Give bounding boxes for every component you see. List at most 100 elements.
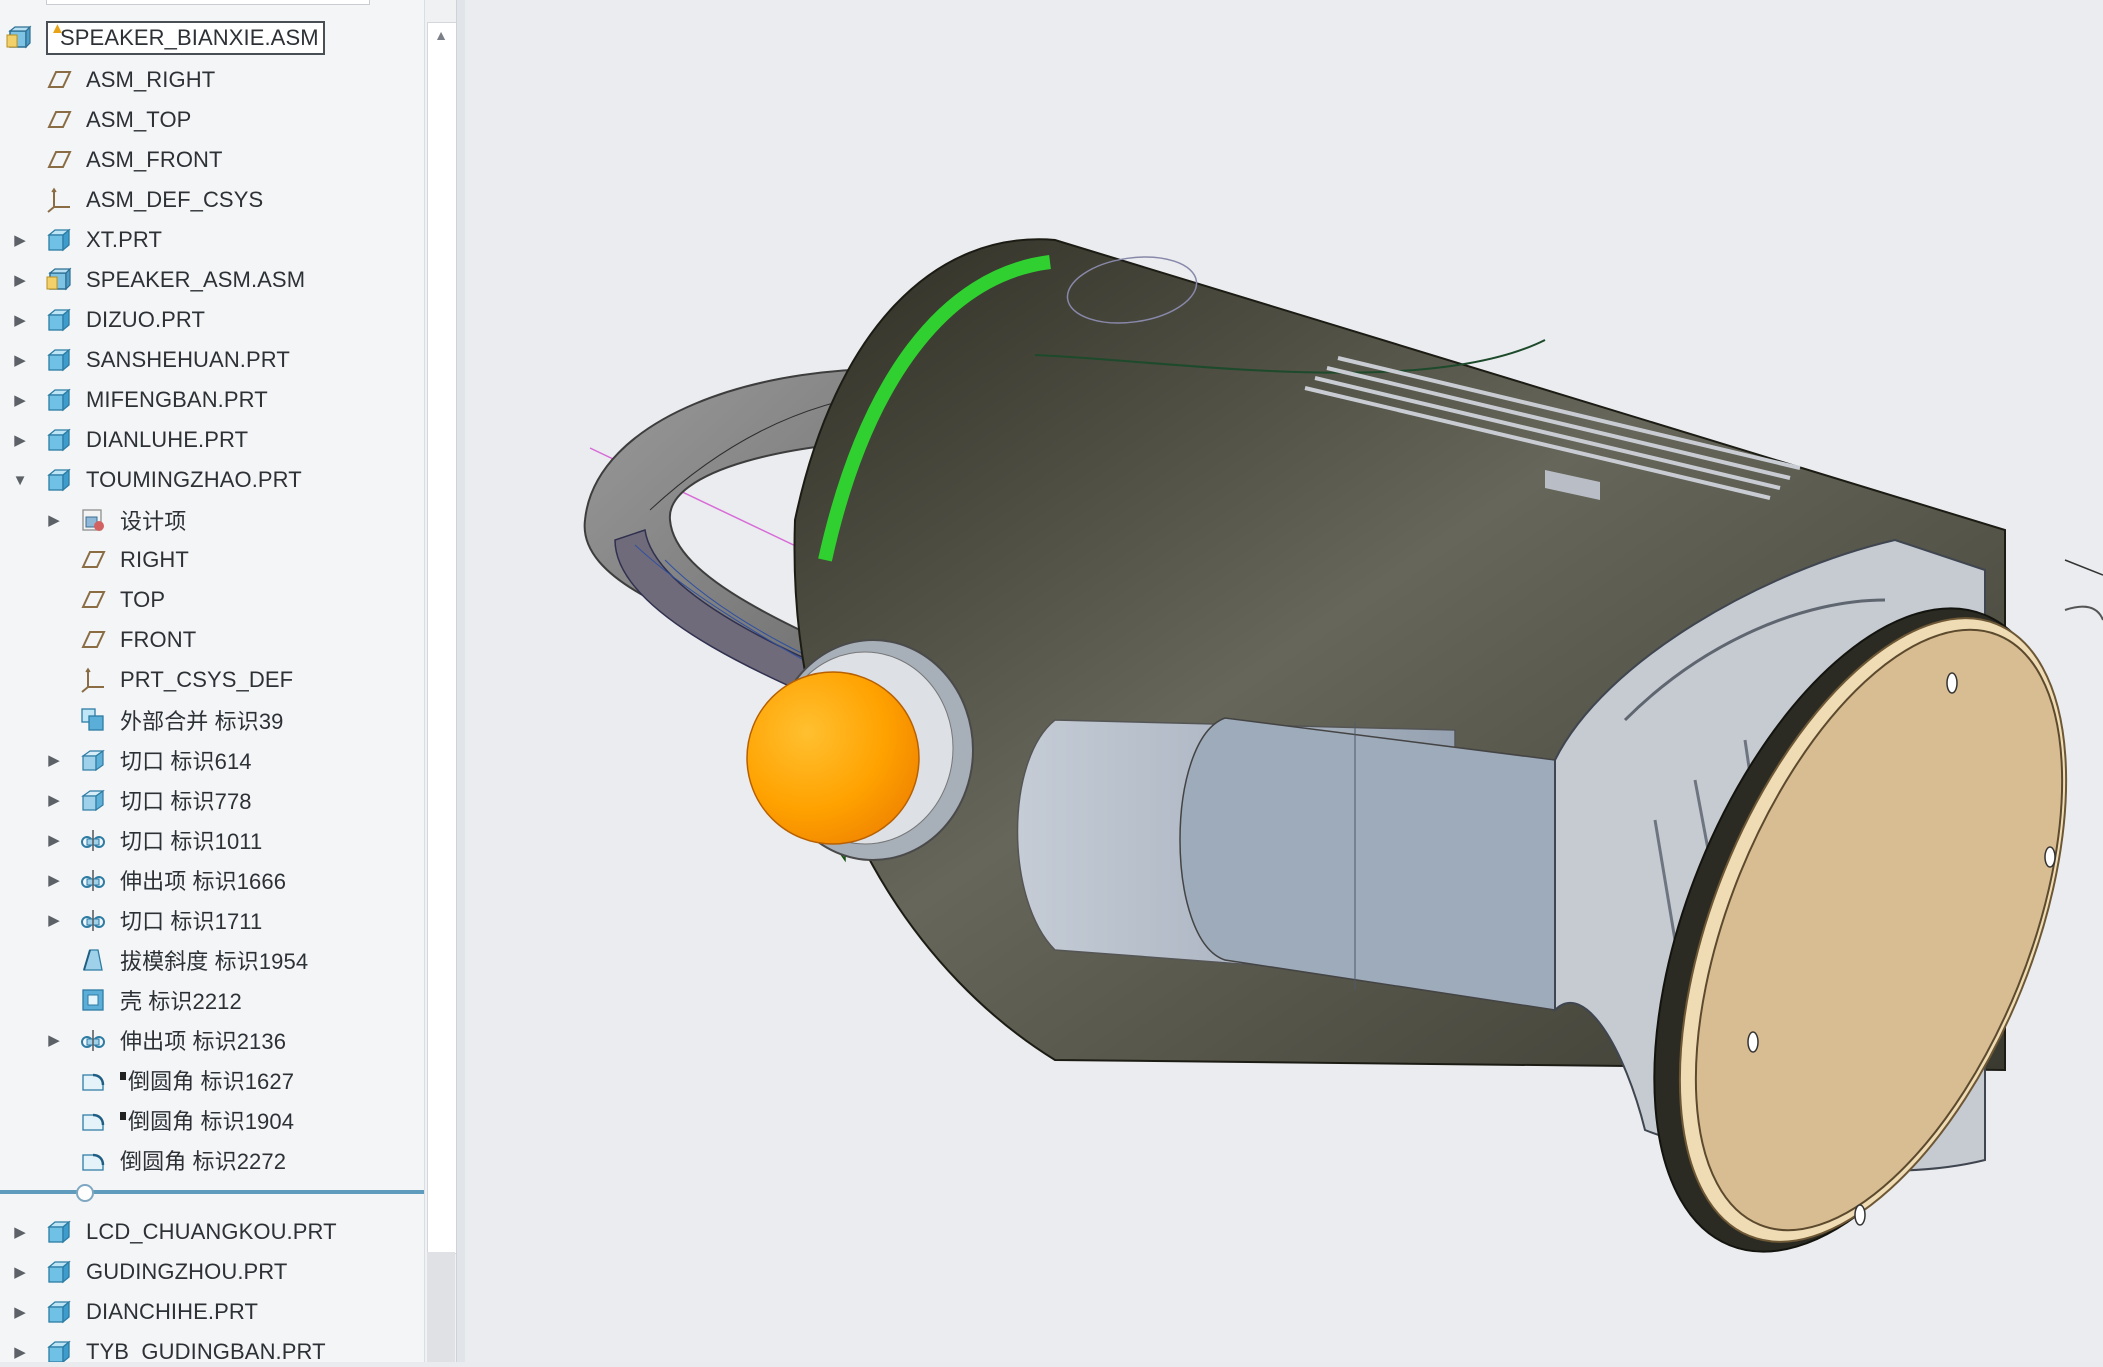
revolve-icon: [78, 825, 108, 855]
csys-icon: [44, 185, 74, 215]
tree-item[interactable]: 壳 标识2212: [44, 980, 242, 1020]
tree-item[interactable]: ASM_DEF_CSYS: [10, 180, 263, 220]
tree-item[interactable]: ▶ 切口 标识1011: [44, 820, 262, 860]
expand-arrow-icon[interactable]: ▶: [44, 500, 64, 540]
tree-item[interactable]: 倒圆角 标识1627: [44, 1060, 294, 1100]
expand-arrow-icon[interactable]: ▶: [44, 740, 64, 780]
datum-plane-icon: [44, 105, 74, 135]
tree-item-label: LCD_CHUANGKOU.PRT: [86, 1219, 337, 1244]
tree-item[interactable]: 倒圆角 标识1904: [44, 1100, 294, 1140]
tree-item-label: 切口 标识614: [120, 749, 252, 774]
tree-item-label: 倒圆角 标识1904: [128, 1109, 295, 1134]
insert-here-handle[interactable]: [76, 1184, 94, 1202]
collapse-arrow-icon[interactable]: ▼: [10, 460, 30, 500]
expand-arrow-icon[interactable]: ▶: [10, 1292, 30, 1332]
tree-item[interactable]: PRT_CSYS_DEF: [44, 660, 293, 700]
tree-item[interactable]: ▼ TOUMINGZHAO.PRT: [10, 460, 302, 500]
tree-scrollbar[interactable]: ▲: [424, 0, 457, 1362]
tree-item[interactable]: ▶ 切口 标识778: [44, 780, 252, 820]
power-button[interactable]: [746, 671, 920, 845]
tree-item[interactable]: ASM_RIGHT: [10, 60, 215, 100]
model-tree-panel: ▲ SPEAKER_BIANXIE.ASM ASM_RIGHT ASM_TOP ASM_…: [0, 0, 428, 1362]
tree-item[interactable]: FRONT: [44, 620, 196, 660]
tree-item[interactable]: ▶ 设计项: [44, 500, 186, 540]
tree-item-label: DIANLUHE.PRT: [86, 427, 249, 452]
tree-item-label: 设计项: [120, 509, 187, 534]
expand-arrow-icon[interactable]: ▶: [44, 780, 64, 820]
part-icon: [44, 425, 74, 455]
tree-item[interactable]: 倒圆角 标识2272: [44, 1140, 286, 1180]
merge-icon: [78, 705, 108, 735]
expand-arrow-icon[interactable]: ▶: [10, 220, 30, 260]
tree-item[interactable]: ▶ MIFENGBAN.PRT: [10, 380, 268, 420]
assembly-icon: [4, 23, 34, 53]
tree-item-label: GUDINGZHOU.PRT: [86, 1259, 288, 1284]
tree-item-label: TOP: [120, 587, 166, 612]
expand-arrow-icon[interactable]: ▶: [10, 260, 30, 300]
datum-plane-icon: [78, 545, 108, 575]
round-icon: [78, 1065, 108, 1095]
tree-item[interactable]: RIGHT: [44, 540, 189, 580]
mechanism-edge: [2064, 559, 2103, 576]
expand-arrow-icon[interactable]: ▶: [44, 1020, 64, 1060]
tree-item[interactable]: ▶ 切口 标识614: [44, 740, 252, 780]
scrollbar-lower-area[interactable]: [427, 1252, 455, 1362]
scroll-up-arrow-icon[interactable]: ▲: [429, 22, 453, 48]
tree-item[interactable]: ▶ XT.PRT: [10, 220, 162, 260]
tree-item[interactable]: ▶ SPEAKER_ASM.ASM: [10, 260, 305, 300]
revolve-icon: [78, 905, 108, 935]
expand-arrow-icon[interactable]: ▶: [10, 420, 30, 460]
warning-icon: ▲: [50, 20, 65, 37]
tree-item[interactable]: ▶ 伸出项 标识1666: [44, 860, 286, 900]
assembly-icon: [44, 265, 74, 295]
model-3d-view[interactable]: [465, 0, 2103, 1362]
expand-arrow-icon[interactable]: ▶: [10, 1332, 30, 1362]
tree-item[interactable]: TOP: [44, 580, 165, 620]
tree-item[interactable]: ASM_FRONT: [10, 140, 223, 180]
tree-item[interactable]: ASM_TOP: [10, 100, 191, 140]
part-icon: [44, 1297, 74, 1327]
expand-arrow-icon[interactable]: ▶: [10, 1252, 30, 1292]
tree-item[interactable]: ▶ TYB_GUDINGBAN.PRT: [10, 1332, 326, 1362]
tree-item[interactable]: 拔模斜度 标识1954: [44, 940, 308, 980]
scrollbar-track[interactable]: [427, 22, 457, 1254]
expand-arrow-icon[interactable]: ▶: [44, 820, 64, 860]
expand-arrow-icon[interactable]: ▶: [10, 380, 30, 420]
datum-plane-icon: [44, 65, 74, 95]
part-icon: [44, 305, 74, 335]
tree-item[interactable]: ▶ DIZUO.PRT: [10, 300, 205, 340]
datum-plane-icon: [44, 145, 74, 175]
part-icon: [44, 225, 74, 255]
tree-filter-box[interactable]: [46, 0, 370, 5]
round-icon: [78, 1145, 108, 1175]
cut-icon: [78, 785, 108, 815]
tree-item-label: 外部合并 标识39: [120, 709, 284, 734]
tree-root-item[interactable]: ▲ SPEAKER_BIANXIE.ASM: [4, 18, 325, 58]
tree-item[interactable]: ▶ LCD_CHUANGKOU.PRT: [10, 1212, 337, 1252]
tree-item[interactable]: ▶ GUDINGZHOU.PRT: [10, 1252, 287, 1292]
expand-arrow-icon[interactable]: ▶: [10, 300, 30, 340]
insert-here-divider[interactable]: [0, 1190, 424, 1194]
expand-arrow-icon[interactable]: ▶: [10, 1212, 30, 1252]
tree-item[interactable]: ▶ DIANCHIHE.PRT: [10, 1292, 258, 1332]
tree-item[interactable]: ▶ 切口 标识1711: [44, 900, 262, 940]
graphics-viewport[interactable]: [465, 0, 2103, 1362]
tree-item[interactable]: ▶ DIANLUHE.PRT: [10, 420, 248, 460]
tree-item-label: SPEAKER_ASM.ASM: [86, 267, 306, 292]
tree-item[interactable]: ▶ SANSHEHUAN.PRT: [10, 340, 290, 380]
panel-splitter[interactable]: [456, 0, 465, 1362]
expand-arrow-icon[interactable]: ▶: [44, 900, 64, 940]
expand-arrow-icon[interactable]: ▶: [10, 340, 30, 380]
tree-item[interactable]: 外部合并 标识39: [44, 700, 283, 740]
expand-arrow-icon[interactable]: ▶: [44, 860, 64, 900]
tree-item[interactable]: ▶ 伸出项 标识2136: [44, 1020, 286, 1060]
tree-root-label[interactable]: ▲ SPEAKER_BIANXIE.ASM: [46, 20, 325, 55]
tree-item-label: ASM_TOP: [86, 107, 192, 132]
tree-item-label: ASM_DEF_CSYS: [86, 187, 264, 212]
